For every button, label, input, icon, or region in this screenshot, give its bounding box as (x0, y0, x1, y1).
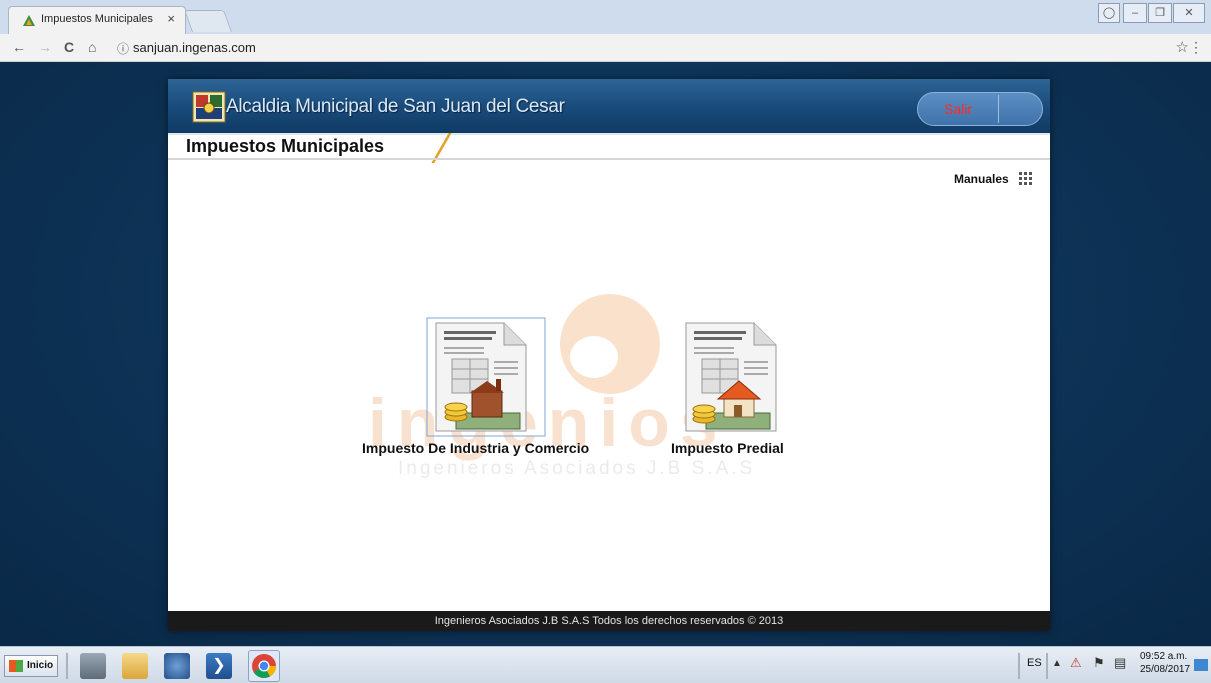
chrome-icon (252, 654, 276, 679)
browser-tab-strip: Impuestos Municipales × ◯ – ❐ ✕ (0, 0, 1211, 34)
reload-icon[interactable]: C (64, 39, 74, 55)
home-icon[interactable]: ⌂ (88, 39, 96, 55)
start-button[interactable]: Inicio (4, 655, 58, 677)
network-icon[interactable]: ▤ (1114, 655, 1126, 671)
tray-separator (1018, 653, 1020, 679)
network-error-icon[interactable]: ⚠ (1070, 655, 1082, 671)
page-title-bar: Impuestos Municipales (168, 133, 1050, 163)
new-tab-button[interactable] (183, 10, 233, 32)
municipal-crest-icon (192, 91, 226, 123)
virtualbox-icon[interactable] (164, 653, 190, 679)
windows-logo-icon (9, 660, 23, 672)
logout-divider (998, 95, 999, 123)
user-icon[interactable]: ◯ (1098, 3, 1120, 23)
file-explorer-icon[interactable] (122, 653, 148, 679)
restore-icon[interactable]: ❐ (1148, 3, 1172, 23)
app-window: Alcaldia Municipal de San Juan del Cesar… (168, 79, 1050, 631)
start-label: Inicio (27, 660, 54, 671)
taskbar-separator (66, 653, 68, 679)
language-indicator[interactable]: ES (1027, 657, 1042, 669)
site-favicon-icon (23, 15, 35, 26)
app-title: Alcaldia Municipal de San Juan del Cesar (226, 96, 565, 117)
clock-date[interactable]: 25/08/2017 (1140, 664, 1190, 675)
title-bar-stripe (168, 133, 1050, 135)
browser-menu-icon[interactable]: ⋮ (1189, 39, 1203, 56)
clock-time[interactable]: 09:52 a.m. (1140, 651, 1187, 662)
action-center-flag-icon[interactable]: ⚑ (1093, 655, 1105, 671)
tab-title: Impuestos Municipales (41, 13, 153, 25)
bookmark-star-icon[interactable]: ☆ (1176, 38, 1189, 56)
tile-label[interactable]: Impuesto Predial (671, 440, 784, 456)
logout-label: Salir (943, 101, 972, 117)
tab-close-icon[interactable]: × (167, 11, 175, 26)
document-factory-coins-icon[interactable] (426, 317, 546, 437)
back-icon[interactable]: ← (12, 39, 26, 55)
tray-separator (1046, 653, 1048, 679)
forward-icon[interactable]: → (38, 39, 52, 55)
logout-button[interactable]: Salir (917, 92, 1043, 126)
close-icon[interactable]: ✕ (1173, 3, 1205, 23)
address-bar: ← → C ⌂ ⓘ sanjuan.ingenas.com ☆ ⋮ (0, 34, 1211, 62)
chrome-taskbar-button[interactable] (248, 650, 280, 682)
app-header: Alcaldia Municipal de San Juan del Cesar… (168, 79, 1050, 133)
manuales-link[interactable]: Manuales (954, 172, 1009, 186)
server-manager-icon[interactable] (80, 653, 106, 679)
tile-label[interactable]: Impuesto De Industria y Comercio (362, 440, 589, 456)
document-house-coins-icon[interactable] (676, 317, 796, 437)
tray-expand-icon[interactable]: ▲ (1052, 658, 1062, 669)
apps-grid-icon[interactable] (1019, 172, 1032, 185)
app-footer: Ingenieros Asociados J.B S.A.S Todos los… (168, 611, 1050, 631)
powershell-icon[interactable]: ❯ (206, 653, 232, 679)
minimize-icon[interactable]: – (1123, 3, 1147, 23)
watermark-subtext: Ingenieros Asociados J.B S.A.S (398, 458, 756, 479)
page-title: Impuestos Municipales (186, 136, 385, 156)
title-bar-line (168, 158, 1050, 160)
site-info-icon[interactable]: ⓘ (117, 40, 129, 57)
show-desktop-button[interactable] (1194, 659, 1208, 671)
browser-tab[interactable]: Impuestos Municipales × (8, 6, 186, 34)
taskbar: Inicio ❯ ES ▲ ⚠ ⚑ ▤ 09:52 a.m. 25/08/201… (0, 646, 1211, 683)
watermark-logo (560, 294, 660, 394)
url-input[interactable]: sanjuan.ingenas.com (133, 40, 256, 55)
